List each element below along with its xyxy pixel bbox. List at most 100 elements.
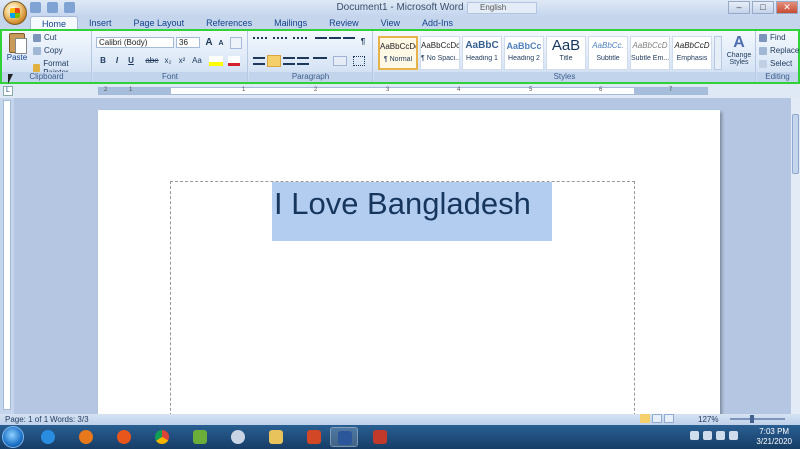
tab-selector[interactable]: L <box>3 86 13 96</box>
ruler-number: 1 <box>129 87 133 93</box>
change-case-button[interactable]: Aa <box>190 55 204 67</box>
sort-icon[interactable] <box>343 37 355 49</box>
explorer-icon[interactable] <box>262 427 290 447</box>
italic-button[interactable]: I <box>111 55 123 67</box>
replace-label: Replace <box>770 46 800 55</box>
strikethrough-button[interactable]: abe <box>144 55 160 67</box>
horizontal-ruler-row: 1 2 1 2 3 4 5 6 7 <box>0 84 800 98</box>
superscript-button[interactable]: x² <box>176 55 188 67</box>
style-emphasis[interactable]: AaBbCcD Emphasis <box>672 36 712 70</box>
underline-button[interactable]: U <box>125 55 137 67</box>
tab-home[interactable]: Home <box>30 16 79 30</box>
style-normal[interactable]: AaBbCcDc ¶ Normal <box>378 36 418 70</box>
print-layout-icon[interactable] <box>640 414 650 423</box>
grow-font-button[interactable]: A <box>203 37 215 49</box>
start-button[interactable] <box>2 426 24 448</box>
clipboard-label: Clipboard <box>2 72 91 82</box>
tab-review[interactable]: Review <box>318 16 370 30</box>
styles-scroll-icon[interactable] <box>714 36 722 70</box>
style-sample: AaBbCc. <box>592 41 624 50</box>
copy-button[interactable]: Copy <box>33 46 63 55</box>
web-layout-icon[interactable] <box>664 414 674 423</box>
close-button[interactable]: ✕ <box>776 1 798 14</box>
zoom-level[interactable]: 127% <box>698 415 718 424</box>
style-name: Subtle Em... <box>631 55 669 62</box>
page[interactable]: I Love Bangladesh <box>98 110 720 414</box>
horizontal-ruler[interactable]: 1 2 1 2 3 4 5 6 7 <box>98 87 708 95</box>
style-name: Heading 1 <box>466 55 498 62</box>
office-button[interactable] <box>3 1 27 25</box>
style-heading-1[interactable]: AaBbC Heading 1 <box>462 36 502 70</box>
select-button[interactable]: Select <box>759 59 792 68</box>
style-name: Subtitle <box>596 55 620 62</box>
word-count[interactable]: Words: 3/3 <box>50 415 89 424</box>
justify-icon[interactable] <box>297 57 309 65</box>
increase-indent-icon[interactable] <box>329 37 341 49</box>
align-right-icon[interactable] <box>283 57 295 65</box>
magnifier-icon[interactable] <box>224 427 252 447</box>
find-button[interactable]: Find <box>759 33 786 42</box>
firefox-icon[interactable] <box>110 427 138 447</box>
recorder-icon[interactable] <box>366 427 394 447</box>
media-player-icon[interactable] <box>72 427 100 447</box>
volume-icon[interactable] <box>729 431 738 440</box>
power-icon[interactable] <box>703 431 712 440</box>
decrease-indent-icon[interactable] <box>315 37 327 49</box>
clear-formatting-icon[interactable] <box>230 37 242 49</box>
shading-icon[interactable] <box>333 56 347 66</box>
bold-button[interactable]: B <box>97 55 109 67</box>
tab-add-ins[interactable]: Add-Ins <box>411 16 464 30</box>
tab-view[interactable]: View <box>370 16 411 30</box>
shrink-font-button[interactable]: A <box>215 38 227 50</box>
action-center-icon[interactable] <box>690 431 699 440</box>
document-text[interactable]: I Love Bangladesh <box>274 186 531 222</box>
style-title[interactable]: AaB Title <box>546 36 586 70</box>
page-count[interactable]: Page: 1 of 1 <box>5 415 48 424</box>
numbering-icon[interactable] <box>273 37 287 49</box>
highlight-icon[interactable] <box>209 56 223 66</box>
zoom-knob[interactable] <box>750 415 754 423</box>
borders-icon[interactable] <box>353 56 365 66</box>
tab-references[interactable]: References <box>195 16 263 30</box>
clock[interactable]: 7:03 PM 3/21/2020 <box>756 427 792 447</box>
scroll-thumb[interactable] <box>792 114 799 174</box>
font-color-icon[interactable] <box>228 56 240 66</box>
style-no-spacing[interactable]: AaBbCcDc ¶ No Spaci... <box>420 36 460 70</box>
tab-mailings[interactable]: Mailings <box>263 16 318 30</box>
style-subtitle[interactable]: AaBbCc. Subtitle <box>588 36 628 70</box>
chrome-icon[interactable] <box>148 427 176 447</box>
powerpoint-icon[interactable] <box>300 427 328 447</box>
change-styles-button[interactable]: A Change Styles <box>724 34 754 66</box>
maximize-button[interactable]: □ <box>752 1 774 14</box>
vertical-scrollbar[interactable] <box>790 98 800 414</box>
text-box[interactable]: I Love Bangladesh <box>170 181 635 414</box>
zoom-slider[interactable] <box>730 418 785 420</box>
minimize-button[interactable]: – <box>728 1 750 14</box>
ie-icon[interactable] <box>34 427 62 447</box>
vertical-ruler[interactable] <box>3 100 11 410</box>
multilevel-list-icon[interactable] <box>293 37 307 49</box>
font-size-field[interactable]: 36 <box>176 37 200 48</box>
tab-page-layout[interactable]: Page Layout <box>123 16 196 30</box>
paste-button[interactable]: Paste <box>6 33 28 62</box>
font-name-field[interactable]: Calibri (Body) <box>96 37 174 48</box>
style-sample: AaBbCcDc <box>421 41 459 50</box>
word-icon[interactable] <box>330 427 358 447</box>
cut-button[interactable]: Cut <box>33 33 56 42</box>
show-marks-icon[interactable]: ¶ <box>357 36 369 48</box>
replace-button[interactable]: Replace <box>759 46 799 55</box>
align-center-icon[interactable] <box>267 55 281 67</box>
style-subtle-emphasis[interactable]: AaBbCcD Subtle Em... <box>630 36 670 70</box>
subscript-button[interactable]: x₂ <box>162 55 174 67</box>
document-area: I Love Bangladesh <box>14 98 790 414</box>
network-icon[interactable] <box>716 431 725 440</box>
full-screen-icon[interactable] <box>652 414 662 423</box>
style-name: Heading 2 <box>508 55 540 62</box>
tab-insert[interactable]: Insert <box>78 16 123 30</box>
align-left-icon[interactable] <box>253 57 265 65</box>
style-heading-2[interactable]: AaBbCc Heading 2 <box>504 36 544 70</box>
pen-tool-icon[interactable] <box>186 427 214 447</box>
language-box[interactable]: English <box>467 2 537 14</box>
line-spacing-icon[interactable] <box>313 57 327 65</box>
bullets-icon[interactable] <box>253 37 267 49</box>
